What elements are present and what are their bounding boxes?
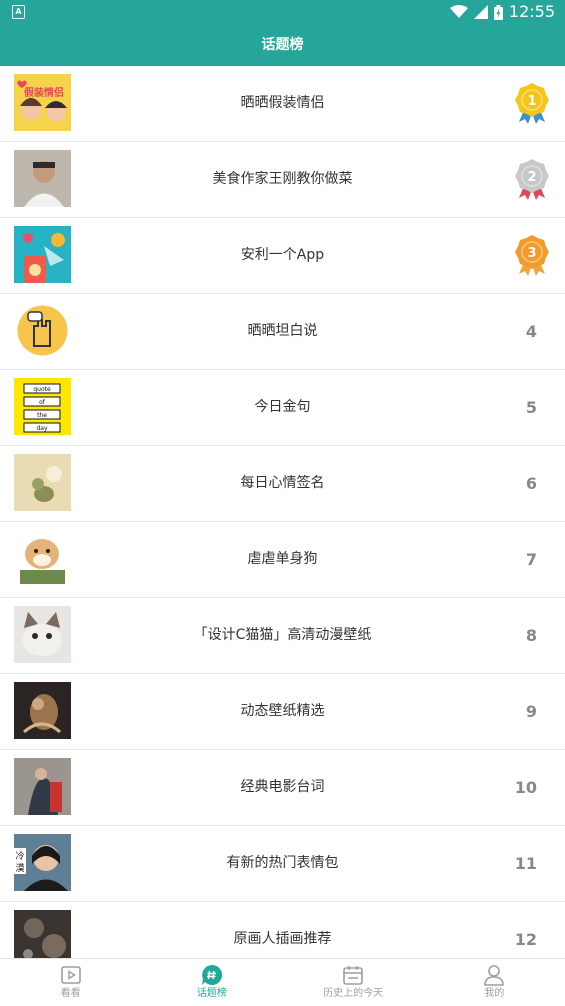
battery-icon bbox=[493, 4, 503, 20]
medal-rank-number: 1 bbox=[527, 94, 536, 109]
topic-rank: 5 bbox=[525, 398, 537, 417]
topic-title: 虐虐单身狗 bbox=[247, 551, 318, 567]
topic-row[interactable]: 假装情侣晒晒假装情侣 1 bbox=[0, 66, 565, 142]
topic-rank: 12 bbox=[514, 930, 537, 949]
topic-row[interactable]: 动态壁纸精选 9 bbox=[0, 674, 565, 750]
topic-thumbnail-image bbox=[14, 454, 71, 511]
topic-row[interactable]: 安利一个App 3 bbox=[0, 218, 565, 294]
topic-title: 原画人插画推荐 bbox=[233, 931, 332, 947]
topic-thumbnail bbox=[14, 682, 71, 739]
topic-row[interactable]: 原画人插画推荐 12 bbox=[0, 902, 565, 958]
calendar-icon bbox=[283, 963, 424, 987]
status-time: 12:55 bbox=[508, 2, 555, 21]
status-bar: A 12:55 bbox=[0, 0, 565, 24]
svg-text:the: the bbox=[37, 412, 47, 419]
play-icon bbox=[0, 963, 141, 987]
topic-thumbnail-image: 冷漠 bbox=[14, 834, 71, 891]
topic-thumbnail bbox=[14, 910, 71, 958]
topic-title: 有新的热门表情包 bbox=[226, 855, 339, 871]
topic-thumbnail-image bbox=[14, 150, 71, 207]
bottom-tab-bar: 看看 话题榜 历史上的今天 我的 bbox=[0, 958, 565, 1006]
silver-medal-icon: 2 bbox=[513, 158, 551, 200]
topic-thumbnail-image bbox=[14, 910, 71, 958]
topic-thumbnail bbox=[14, 150, 71, 207]
topic-thumbnail-image bbox=[14, 682, 71, 739]
svg-text:漠: 漠 bbox=[15, 863, 24, 874]
topic-thumbnail-image bbox=[14, 758, 71, 815]
topic-title: 每日心情签名 bbox=[240, 475, 325, 491]
topic-row[interactable]: 晒晒坦白说 4 bbox=[0, 294, 565, 370]
tab-label: 历史上的今天 bbox=[323, 988, 384, 999]
medal-rank-number: 3 bbox=[527, 246, 536, 261]
svg-text:day: day bbox=[36, 425, 47, 432]
topic-title: 经典电影台词 bbox=[240, 779, 325, 795]
tab-person[interactable]: 我的 bbox=[424, 959, 565, 1006]
tab-calendar[interactable]: 历史上的今天 bbox=[283, 959, 424, 1006]
topic-rank: 8 bbox=[525, 626, 537, 645]
hashtag-chat-icon bbox=[141, 963, 282, 987]
topic-row[interactable]: 「设计C猫猫」高清动漫壁纸 8 bbox=[0, 598, 565, 674]
topic-thumbnail: 假装情侣 bbox=[14, 74, 71, 131]
status-icons: 12:55 bbox=[449, 0, 555, 24]
topic-row[interactable]: quote of the day 今日金句 5 bbox=[0, 370, 565, 446]
notification-a-icon: A bbox=[12, 5, 25, 19]
topic-thumbnail bbox=[14, 758, 71, 815]
topic-thumbnail: 冷漠 bbox=[14, 834, 71, 891]
topic-row[interactable]: 美食作家王刚教你做菜 2 bbox=[0, 142, 565, 218]
topic-thumbnail-image bbox=[14, 530, 71, 587]
topic-row[interactable]: 虐虐单身狗 7 bbox=[0, 522, 565, 598]
topic-thumbnail-image bbox=[14, 226, 71, 283]
topic-thumbnail: quote of the day bbox=[14, 378, 71, 435]
person-icon bbox=[424, 963, 565, 987]
topic-row[interactable]: 冷漠 有新的热门表情包 11 bbox=[0, 826, 565, 902]
topic-thumbnail-image: quote of the day bbox=[14, 378, 71, 435]
topic-title: 晒晒坦白说 bbox=[247, 323, 318, 339]
topic-thumbnail bbox=[14, 530, 71, 587]
topic-thumbnail bbox=[14, 606, 71, 663]
topic-thumbnail bbox=[14, 302, 71, 359]
topic-title: 「设计C猫猫」高清动漫壁纸 bbox=[193, 627, 372, 643]
tab-label: 话题榜 bbox=[196, 988, 227, 999]
gold-medal-icon: 1 bbox=[513, 82, 551, 124]
topic-rank: 9 bbox=[525, 702, 537, 721]
svg-text:假装情侣: 假装情侣 bbox=[24, 86, 64, 99]
tab-hashtag-chat[interactable]: 话题榜 bbox=[141, 959, 282, 1006]
topic-title: 安利一个App bbox=[240, 247, 325, 263]
svg-text:quote: quote bbox=[33, 386, 51, 393]
topic-rank: 4 bbox=[525, 322, 537, 341]
topic-rank: 6 bbox=[525, 474, 537, 493]
topic-rank: 11 bbox=[514, 854, 537, 873]
topic-thumbnail-image: 假装情侣 bbox=[14, 74, 71, 131]
topic-thumbnail-image bbox=[14, 302, 71, 359]
topic-rank: 7 bbox=[525, 550, 537, 569]
topic-row[interactable]: 经典电影台词 10 bbox=[0, 750, 565, 826]
signal-icon bbox=[473, 5, 488, 19]
topic-title: 美食作家王刚教你做菜 bbox=[212, 171, 353, 187]
topic-thumbnail-image bbox=[14, 606, 71, 663]
bronze-medal-icon: 3 bbox=[513, 234, 551, 276]
tab-label: 看看 bbox=[60, 988, 81, 999]
tab-label: 我的 bbox=[484, 988, 505, 999]
topic-title: 今日金句 bbox=[254, 399, 311, 415]
topic-thumbnail bbox=[14, 454, 71, 511]
topic-list[interactable]: 假装情侣晒晒假装情侣 1 美食作家王刚教你做菜 2 安利一个App 3 晒晒坦白说 4 quot… bbox=[0, 66, 565, 958]
topic-title: 晒晒假装情侣 bbox=[240, 95, 325, 111]
medal-rank-number: 2 bbox=[527, 170, 536, 185]
page-title: 话题榜 bbox=[0, 24, 565, 66]
tab-play[interactable]: 看看 bbox=[0, 959, 141, 1006]
topic-thumbnail bbox=[14, 226, 71, 283]
svg-text:of: of bbox=[39, 399, 46, 406]
svg-text:冷: 冷 bbox=[15, 850, 24, 862]
wifi-icon bbox=[449, 5, 468, 18]
topic-rank: 10 bbox=[514, 778, 537, 797]
topic-row[interactable]: 每日心情签名 6 bbox=[0, 446, 565, 522]
topic-title: 动态壁纸精选 bbox=[240, 703, 325, 719]
